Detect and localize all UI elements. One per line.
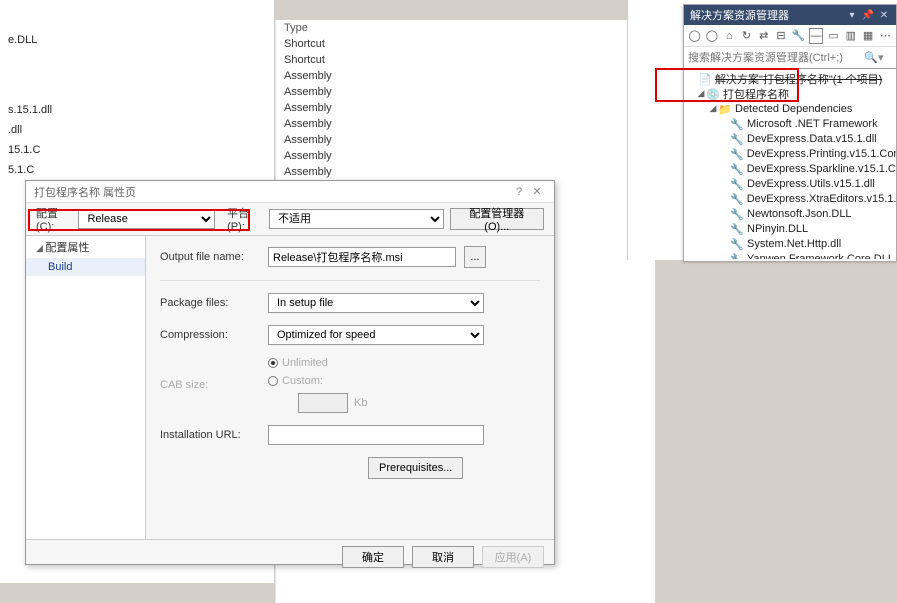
list-item: Assembly — [276, 132, 655, 148]
home-icon[interactable]: ⌂ — [723, 28, 736, 44]
dep-item[interactable]: Microsoft .NET Framework — [747, 118, 878, 130]
back-icon[interactable]: ◯ — [688, 28, 701, 44]
dep-item[interactable]: DevExpress.Printing.v15.1.Core.dll — [747, 148, 896, 160]
close-icon[interactable]: ✕ — [528, 185, 546, 198]
file-item: 15.1.C — [0, 140, 274, 160]
apply-button[interactable]: 应用(A) — [482, 546, 544, 568]
solution-root[interactable]: 解决方案"打包程序名称"(1 个项目) — [715, 71, 882, 87]
solution-tree: 📄解决方案"打包程序名称"(1 个项目) 💿打包程序名称 📁Detected D… — [684, 69, 896, 259]
dep-item[interactable]: DevExpress.Data.v15.1.dll — [747, 133, 877, 145]
sync-icon[interactable]: ⇄ — [757, 28, 770, 44]
platform-label: 平台(P): — [227, 205, 263, 233]
close-icon[interactable]: ✕ — [878, 9, 890, 21]
help-icon[interactable]: ? — [510, 186, 528, 198]
dep-item[interactable]: DevExpress.Sparkline.v15.1.Core.dll — [747, 163, 896, 175]
column-header-type: Type — [276, 20, 655, 36]
collapse-icon[interactable]: ⊟ — [774, 28, 787, 44]
fwd-icon[interactable]: ◯ — [705, 28, 718, 44]
chevron-icon[interactable] — [708, 103, 718, 114]
dep-item[interactable]: Newtonsoft.Json.DLL — [747, 208, 852, 220]
list-item: Assembly — [276, 84, 655, 100]
wrench-icon[interactable]: 🔧 — [792, 28, 806, 44]
compression-label: Compression: — [160, 329, 260, 341]
package-files-label: Package files: — [160, 297, 260, 309]
property-tree: ◢ 配置属性 Build — [26, 236, 146, 539]
radio-unlimited — [268, 358, 278, 368]
list-item: Assembly — [276, 68, 655, 84]
cancel-button[interactable]: 取消 — [412, 546, 474, 568]
list-item: Assembly — [276, 116, 655, 132]
platform-select[interactable]: 不适用 — [269, 209, 444, 229]
list-item: Assembly — [276, 100, 655, 116]
list-item: Assembly — [276, 148, 655, 164]
refresh-icon[interactable]: ↻ — [740, 28, 753, 44]
search-dropdown-icon[interactable]: ▾ — [878, 51, 892, 64]
install-url-input[interactable] — [268, 425, 484, 445]
chevron-icon[interactable] — [696, 88, 706, 99]
output-file-input[interactable] — [268, 247, 456, 267]
list-item: Assembly — [276, 164, 655, 180]
dialog-title: 打包程序名称 属性页 — [34, 184, 136, 200]
project-node[interactable]: 打包程序名称 — [723, 86, 789, 102]
compression-select[interactable]: Optimized for speed — [268, 325, 484, 345]
dep-item[interactable]: System.Net.Http.dll — [747, 238, 841, 250]
browse-button[interactable]: ... — [464, 246, 486, 268]
sol-icon[interactable]: ▥ — [844, 28, 857, 44]
preview-icon[interactable]: ▭ — [827, 28, 840, 44]
file-item: e.DLL — [0, 30, 274, 50]
list-item: Shortcut — [276, 36, 655, 52]
solution-toolbar: ◯ ◯ ⌂ ↻ ⇄ ⊟ 🔧 — ▭ ▥ ▦ ⋯ — [684, 25, 896, 47]
pin-icon[interactable]: 📌 — [862, 9, 874, 21]
dep-item[interactable]: NPinyin.DLL — [747, 223, 808, 235]
dep-item[interactable]: Yanwen.Framework.Core.DLL — [747, 253, 894, 260]
view-icon[interactable]: ⋯ — [879, 28, 892, 44]
search-input[interactable] — [688, 52, 864, 64]
build-node[interactable]: Build — [26, 258, 145, 276]
ok-button[interactable]: 确定 — [342, 546, 404, 568]
props-icon[interactable]: — — [809, 28, 823, 44]
radio-custom — [268, 376, 278, 386]
file-item: 5.1.C — [0, 160, 274, 180]
cab-size-input — [298, 393, 348, 413]
prerequisites-button[interactable]: Prerequisites... — [368, 457, 463, 479]
output-file-label: Output file name: — [160, 251, 260, 263]
property-pages-dialog: 打包程序名称 属性页 ? ✕ 配置(C): Release 平台(P): 不适用… — [25, 180, 555, 565]
category-node[interactable]: ◢ 配置属性 — [26, 236, 145, 258]
file-item: .dll — [0, 120, 274, 140]
list-item: Shortcut — [276, 52, 655, 68]
cab-size-label: CAB size: — [160, 379, 260, 391]
package-files-select[interactable]: In setup file — [268, 293, 484, 313]
dep-item[interactable]: DevExpress.Utils.v15.1.dll — [747, 178, 875, 190]
config-manager-button[interactable]: 配置管理器(O)... — [450, 208, 544, 230]
dropdown-icon[interactable]: ▾ — [846, 9, 858, 21]
config-select[interactable]: Release — [78, 209, 215, 229]
panel-title: 解决方案资源管理器 — [690, 7, 842, 23]
show-all-icon[interactable]: ▦ — [861, 28, 874, 44]
dep-item[interactable]: DevExpress.XtraEditors.v15.1.dll — [747, 193, 896, 205]
solution-explorer-panel: 解决方案资源管理器 ▾ 📌 ✕ ◯ ◯ ⌂ ↻ ⇄ ⊟ 🔧 — ▭ ▥ ▦ ⋯ … — [683, 4, 897, 262]
detected-deps-node[interactable]: Detected Dependencies — [735, 103, 852, 115]
install-url-label: Installation URL: — [160, 429, 260, 441]
config-label: 配置(C): — [36, 205, 72, 233]
file-item: s.15.1.dll — [0, 100, 274, 120]
search-icon[interactable]: 🔍 — [864, 51, 878, 64]
